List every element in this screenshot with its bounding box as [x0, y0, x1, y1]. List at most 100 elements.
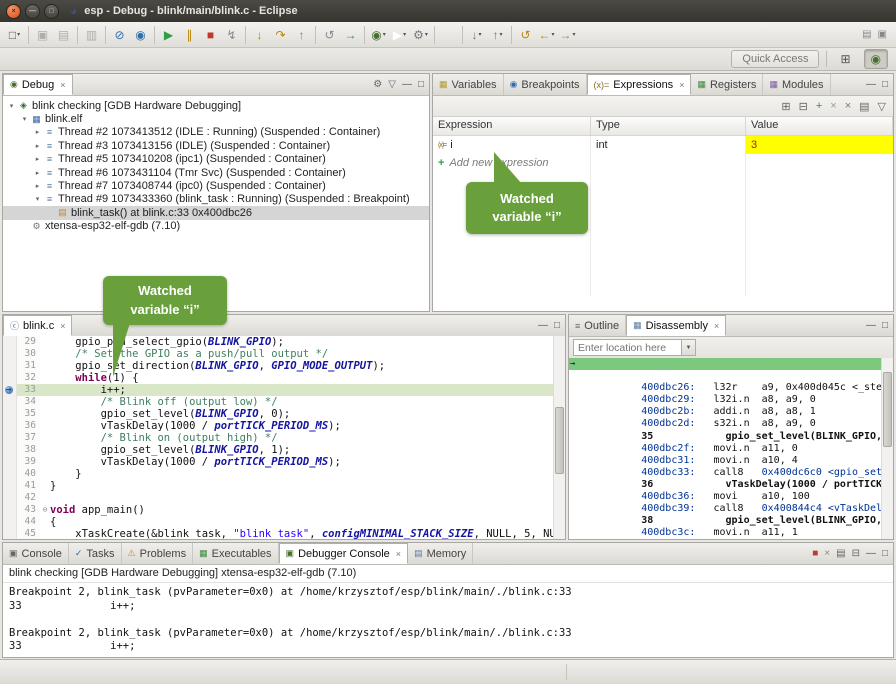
close-icon[interactable]: × — [60, 80, 65, 90]
code-line[interactable]: 39 vTaskDelay(1000 / portTICK_PERIOD_MS)… — [3, 456, 565, 468]
code-line[interactable]: 30 /* Set the GPIO as a push/pull output… — [3, 348, 565, 360]
tab-console[interactable]: ▣ Console — [3, 543, 69, 564]
tab-debugger-console[interactable]: ▣ Debugger Console × — [279, 543, 409, 564]
step-return-icon[interactable]: ↑ — [291, 24, 312, 46]
instruction-stepping-icon[interactable]: → — [340, 24, 361, 46]
disassembly-line[interactable]: 400dbc33: call8 0x400dc6c0 <gpio_set_lev… — [569, 443, 893, 455]
debug-button[interactable]: ◉ ▾ — [368, 24, 389, 46]
maximize-icon[interactable]: □ — [554, 320, 560, 331]
code-line[interactable]: 31 gpio_set_direction(BLINK_GPIO, GPIO_M… — [3, 360, 565, 372]
code-line[interactable]: 36 vTaskDelay(1000 / portTICK_PERIOD_MS)… — [3, 420, 565, 432]
debug-tree-row[interactable]: ▸ ≡ Thread #3 1073413156 (IDLE) (Suspend… — [3, 139, 429, 152]
editor-ruler[interactable] — [3, 360, 17, 372]
code-line[interactable]: 43 ⊖ void app_main() — [3, 504, 565, 516]
view-menu-icon[interactable]: ▽ — [878, 100, 886, 113]
editor-ruler[interactable] — [3, 420, 17, 432]
code-line[interactable]: 35 gpio_set_level(BLINK_GPIO, 0); — [3, 408, 565, 420]
debug-tree-row[interactable]: ▸ ≡ Thread #2 1073413512 (IDLE : Running… — [3, 126, 429, 139]
debug-tree-row[interactable]: ▸ ≡ Thread #6 1073431104 (Tmr Svc) (Susp… — [3, 166, 429, 179]
remove-launch-icon[interactable]: × — [824, 548, 830, 559]
tab-variables[interactable]: ▦ Variables — [433, 74, 504, 95]
expand-toggle-icon[interactable]: ▸ — [32, 128, 43, 136]
close-icon[interactable]: × — [396, 549, 401, 559]
minimize-icon[interactable]: — — [866, 320, 876, 331]
minimize-icon[interactable]: — — [866, 548, 876, 559]
editor-ruler[interactable] — [3, 372, 17, 384]
debug-perspective-button[interactable]: ◉ — [864, 49, 888, 69]
expand-toggle-icon[interactable]: ▾ — [6, 102, 17, 110]
external-tools-icon[interactable]: ⚙ ▾ — [410, 24, 431, 46]
close-icon[interactable]: × — [714, 321, 719, 331]
disassembly-line[interactable]: 400dbc2f: movi.n a11, 0 — [569, 418, 893, 430]
last-edit-location-icon[interactable]: ↺ — [515, 24, 536, 46]
editor-ruler[interactable] — [3, 408, 17, 420]
disassembly-line[interactable]: 400dbc39: call8 0x400844c4 <vTaskDelay> — [569, 479, 893, 491]
editor-ruler[interactable] — [3, 480, 17, 492]
disassembly-line[interactable]: 400dbc2b: addi.n a8, a8, 1 — [569, 382, 893, 394]
code-editor[interactable]: 29 gpio_pad_select_gpio(BLINK_GPIO); 30 … — [3, 336, 565, 539]
code-line[interactable]: 41 } — [3, 480, 565, 492]
debug-tree-row[interactable]: ⚙ xtensa-esp32-elf-gdb (7.10) — [3, 220, 429, 233]
breakpoints-icon[interactable]: ◉ — [130, 24, 151, 46]
remove-all-icon[interactable]: × — [845, 100, 851, 112]
disassembly-line[interactable]: 400dbc40: call8 0x400dc6c0 <gpio_set_lev… — [569, 527, 893, 539]
add-expression-icon[interactable]: + — [816, 100, 822, 112]
tab-breakpoints[interactable]: ◉ Breakpoints — [504, 74, 587, 95]
expression-value[interactable]: 3 — [746, 136, 893, 154]
editor-ruler[interactable] — [3, 528, 17, 539]
skip-breakpoints-icon[interactable]: ⊘ — [109, 24, 130, 46]
step-into-icon[interactable]: ↓ — [249, 24, 270, 46]
debug-tree-row[interactable]: ▸ ≡ Thread #7 1073408744 (ipc0) (Suspend… — [3, 179, 429, 192]
expand-toggle-icon[interactable]: ▸ — [32, 155, 43, 163]
maximize-icon[interactable]: □ — [882, 79, 888, 90]
close-icon[interactable]: × — [60, 321, 65, 331]
view-menu-icon[interactable]: ▽ — [388, 79, 396, 90]
tab-registers[interactable]: ▦ Registers — [691, 74, 763, 95]
quick-access-button[interactable]: Quick Access — [731, 50, 819, 68]
tab-tasks[interactable]: ✓ Tasks — [69, 543, 122, 564]
scrollbar-thumb[interactable] — [555, 407, 564, 474]
next-annotation-icon[interactable]: ↓ ▾ — [466, 24, 487, 46]
scroll-lock-icon[interactable]: ⊟ — [852, 548, 860, 559]
expand-toggle-icon[interactable]: ▾ — [32, 195, 43, 203]
new-wizard-icon[interactable]: □ ▾ — [4, 24, 25, 46]
maximize-icon[interactable]: □ — [418, 79, 424, 90]
clear-console-icon[interactable]: ▤ — [836, 548, 845, 559]
editor-ruler[interactable] — [3, 492, 17, 504]
code-line[interactable]: 38 gpio_set_level(BLINK_GPIO, 1); — [3, 444, 565, 456]
tab-expressions[interactable]: (x)= Expressions × — [587, 74, 692, 95]
tab-disassembly[interactable]: ▦ Disassembly × — [626, 315, 726, 336]
disconnect-icon[interactable]: ↯ — [221, 24, 242, 46]
close-icon[interactable]: × — [679, 80, 684, 90]
open-perspective-icon[interactable]: ⊞ — [834, 50, 856, 68]
column-header-type[interactable]: Type — [591, 117, 746, 135]
editor-ruler[interactable] — [3, 468, 17, 480]
editor-ruler[interactable] — [3, 348, 17, 360]
tab-executables[interactable]: ▦ Executables — [193, 543, 278, 564]
tab-modules[interactable]: ▦ Modules — [763, 74, 830, 95]
collapse-all-icon[interactable]: ⊟ — [799, 100, 808, 113]
debug-tree-row[interactable]: ▾ ≡ Thread #9 1073433360 (blink_task : R… — [3, 193, 429, 206]
disassembly-line[interactable]: 38 gpio_set_level(BLINK_GPIO, 1); — [569, 491, 893, 503]
minimize-icon[interactable]: — — [866, 79, 876, 90]
disassembly-line[interactable]: → 400dbc26: l32r a9, 0x400d045c <_stext+… — [569, 358, 893, 370]
disassembly-line[interactable]: 36 vTaskDelay(1000 / portTICK_PERI — [569, 455, 893, 467]
code-line[interactable]: 44 { — [3, 516, 565, 528]
previous-annotation-icon[interactable]: ↑ ▾ — [487, 24, 508, 46]
pin-editor-icon[interactable]: ▤ — [862, 29, 871, 40]
editor-ruler[interactable] — [3, 456, 17, 468]
save-all-icon[interactable]: ▤ — [53, 24, 74, 46]
suspend-icon[interactable]: ∥ — [179, 24, 200, 46]
debug-tree-row[interactable]: ▸ ≡ Thread #5 1073410208 (ipc1) (Suspend… — [3, 153, 429, 166]
editor-ruler[interactable] — [3, 516, 17, 528]
minimize-icon[interactable]: — — [538, 320, 548, 331]
maximize-button[interactable]: □ — [44, 4, 59, 19]
code-line[interactable]: 32 while(1) { — [3, 372, 565, 384]
back-icon[interactable]: ← ▾ — [536, 24, 557, 46]
code-line[interactable]: 34 /* Blink off (output low) */ — [3, 396, 565, 408]
column-header-value[interactable]: Value — [746, 117, 893, 135]
code-line[interactable]: 37 /* Blink on (output high) */ — [3, 432, 565, 444]
forward-icon[interactable]: → ▾ — [557, 24, 578, 46]
debug-tree-row[interactable]: ▤ blink_task() at blink.c:33 0x400dbc26 — [3, 206, 429, 219]
editor-ruler[interactable] — [3, 336, 17, 348]
